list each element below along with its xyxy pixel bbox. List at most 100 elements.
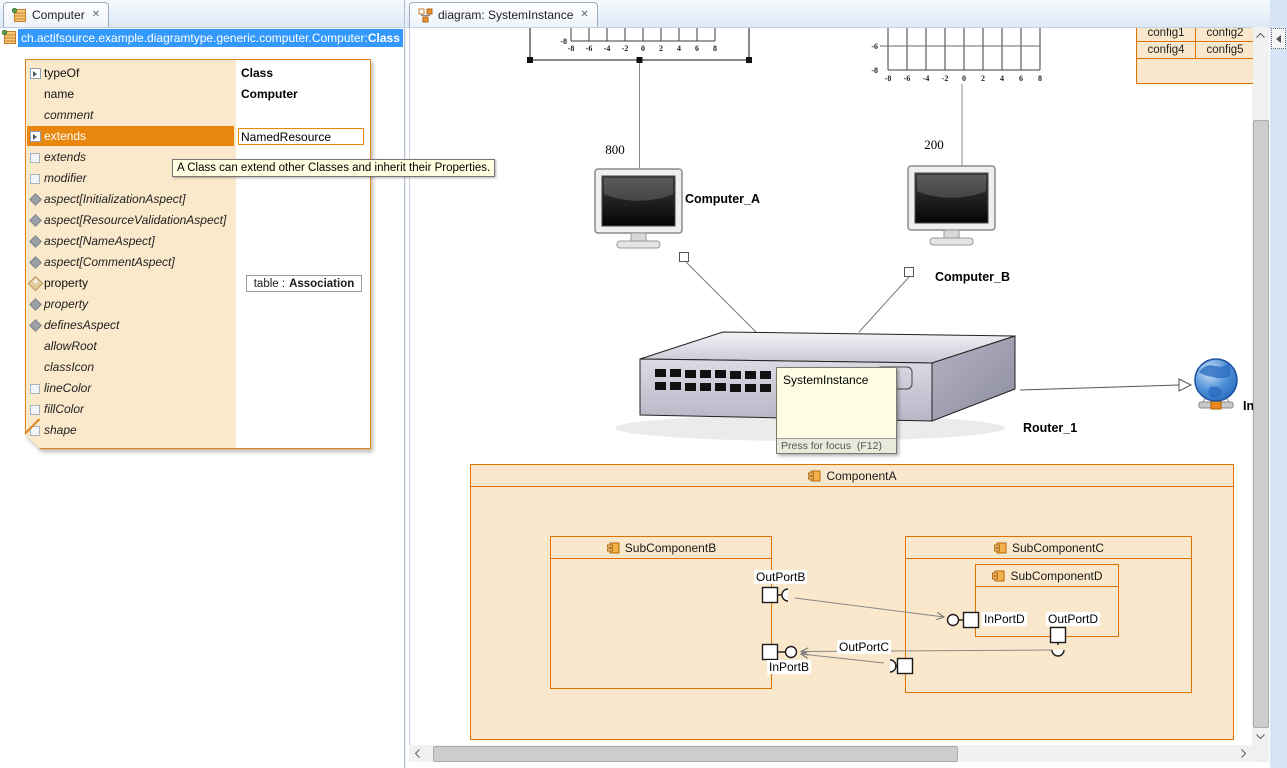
diamond-icon <box>30 215 40 225</box>
internet-node[interactable]: In <box>1195 359 1253 413</box>
selection-frame[interactable] <box>527 28 752 63</box>
config-row: config4 config5 <box>1137 42 1254 59</box>
computer-b-node[interactable]: Computer_B <box>908 166 1010 284</box>
diagram-editor-pane: diagram: SystemInstance ✕ ComponentA <box>406 0 1287 768</box>
expander-icon[interactable] <box>30 131 41 142</box>
subcomponent-b-title[interactable]: SubComponentB <box>551 537 771 559</box>
prop-row-fillcolor[interactable]: fillColor <box>26 399 370 420</box>
breadcrumb-selected-text[interactable]: ch.actifsource.example.diagramtype.gener… <box>18 29 403 47</box>
prop-row-definesaspect[interactable]: definesAspect <box>26 315 370 336</box>
diamond-icon <box>30 299 40 309</box>
edge-router-internet[interactable] <box>1020 379 1191 391</box>
prop-row-shape[interactable]: shape <box>26 420 370 441</box>
prop-row-property[interactable]: property table :Association <box>26 273 370 294</box>
tab-computer[interactable]: Computer ✕ <box>3 2 109 27</box>
association-tag[interactable]: table :Association <box>246 275 362 292</box>
port-label-outportb[interactable]: OutPortB <box>754 570 807 584</box>
prop-row-typeof[interactable]: typeOf Class <box>26 63 370 84</box>
config-cell[interactable]: config4 <box>1137 42 1196 58</box>
edge-value-200: 200 <box>924 137 944 152</box>
axis-widget-b[interactable]: -6 -8 -8 -6 -4 -2 0 2 4 6 8 <box>871 28 1042 83</box>
edge-computer-a-router[interactable] <box>680 253 757 333</box>
connector-handle[interactable] <box>680 253 689 262</box>
property-table: typeOf Class name Computer comment exten… <box>25 59 371 449</box>
component-icon <box>991 569 1005 583</box>
edge-widget-b-computer-b[interactable]: 200 <box>924 84 962 166</box>
component-icon <box>807 469 821 483</box>
class-icon <box>2 30 17 45</box>
vertical-scroll-thumb[interactable] <box>1253 120 1269 728</box>
component-icon <box>993 541 1007 555</box>
expander-icon[interactable] <box>30 68 41 79</box>
scroll-up-icon[interactable] <box>1252 27 1269 44</box>
prop-row-linecolor[interactable]: lineColor <box>26 378 370 399</box>
restore-panel-button[interactable] <box>1271 28 1286 49</box>
port-label-inportb[interactable]: InPortB <box>767 660 811 674</box>
prop-row-extends-selected[interactable]: extends <box>26 126 370 147</box>
close-icon[interactable]: ✕ <box>580 10 588 20</box>
scroll-down-icon[interactable] <box>1252 728 1269 745</box>
subcomponent-b-box[interactable]: SubComponentB <box>550 536 772 689</box>
subcomponent-c-title[interactable]: SubComponentC <box>906 537 1191 559</box>
diamond-icon <box>30 257 40 267</box>
diamond-plus-icon[interactable] <box>30 278 41 289</box>
prop-row-classicon[interactable]: classIcon <box>26 357 370 378</box>
edge-computer-b-router[interactable] <box>859 268 914 333</box>
diagram-icon <box>418 8 433 23</box>
diagram-canvas[interactable]: ComponentA SubComponentB <box>409 27 1254 747</box>
checkbox-icon[interactable] <box>30 404 40 415</box>
prop-row-property-2[interactable]: property <box>26 294 370 315</box>
config-cell[interactable]: config2 <box>1196 27 1254 41</box>
prop-row-name[interactable]: name Computer <box>26 84 370 105</box>
svg-text:-4: -4 <box>923 74 930 83</box>
svg-text:-8: -8 <box>560 37 567 46</box>
breadcrumb-class: Class <box>368 31 400 45</box>
focus-tooltip: SystemInstance Press for focus (F12) <box>776 367 897 454</box>
port-label-inportd[interactable]: InPortD <box>982 612 1027 626</box>
resize-handle[interactable] <box>527 57 533 63</box>
config-cell[interactable]: config5 <box>1196 42 1254 58</box>
prop-row-comment[interactable]: comment <box>26 105 370 126</box>
axis-widget-a[interactable]: -8 -8 -6 -4 -2 0 2 4 6 8 <box>560 28 717 53</box>
scroll-left-icon[interactable] <box>409 745 426 762</box>
diamond-icon <box>30 236 40 246</box>
checkbox-icon[interactable] <box>30 152 40 163</box>
scroll-right-icon[interactable] <box>1235 745 1252 762</box>
config-table[interactable]: config1 config2 config4 config5 <box>1136 27 1254 84</box>
fast-view-strip <box>1270 0 1287 768</box>
component-a-title[interactable]: ComponentA <box>471 465 1233 487</box>
tab-diagram-systeminstance[interactable]: diagram: SystemInstance ✕ <box>409 2 598 27</box>
port-label-outportd[interactable]: OutPortD <box>1046 612 1100 626</box>
diamond-icon <box>30 194 40 204</box>
horizontal-scrollbar[interactable] <box>409 745 1252 762</box>
edge-widget-a-computer-a[interactable]: 800 <box>605 63 639 169</box>
config-cell[interactable]: config1 <box>1137 27 1196 41</box>
prop-row-aspect-comment[interactable]: aspect[CommentAspect] <box>26 252 370 273</box>
component-icon <box>606 541 620 555</box>
computer-a-label: Computer_A <box>685 192 760 206</box>
vertical-scrollbar[interactable] <box>1252 27 1269 745</box>
prop-row-allowroot[interactable]: allowRoot <box>26 336 370 357</box>
diamond-icon <box>30 320 40 330</box>
resize-handle[interactable] <box>637 57 643 63</box>
subcomponent-d-title[interactable]: SubComponentD <box>976 565 1118 587</box>
close-icon[interactable]: ✕ <box>92 10 100 20</box>
prop-row-aspect-initialization[interactable]: aspect[InitializationAspect] <box>26 189 370 210</box>
subcomponent-d-box[interactable]: SubComponentD <box>975 564 1119 637</box>
prop-row-aspect-resourcevalidation[interactable]: aspect[ResourceValidationAspect] <box>26 210 370 231</box>
extends-tooltip: A Class can extend other Classes and inh… <box>172 159 495 177</box>
prop-row-aspect-name[interactable]: aspect[NameAspect] <box>26 231 370 252</box>
extends-value-input[interactable] <box>238 128 364 145</box>
computer-a-node[interactable]: Computer_A <box>595 169 760 248</box>
tab-label: Computer <box>32 8 85 22</box>
port-label-outportc[interactable]: OutPortC <box>837 640 891 654</box>
svg-text:8: 8 <box>713 44 717 53</box>
svg-text:2: 2 <box>659 44 663 53</box>
resize-handle[interactable] <box>746 57 752 63</box>
horizontal-scroll-thumb[interactable] <box>433 746 958 762</box>
checkbox-icon[interactable] <box>30 383 40 394</box>
focus-tooltip-footer: Press for focus (F12) <box>777 438 896 453</box>
checkbox-icon[interactable] <box>30 173 40 184</box>
connector-handle[interactable] <box>905 268 914 277</box>
left-editor-pane: Computer ✕ ch.actifsource.example.diagra… <box>0 0 405 768</box>
